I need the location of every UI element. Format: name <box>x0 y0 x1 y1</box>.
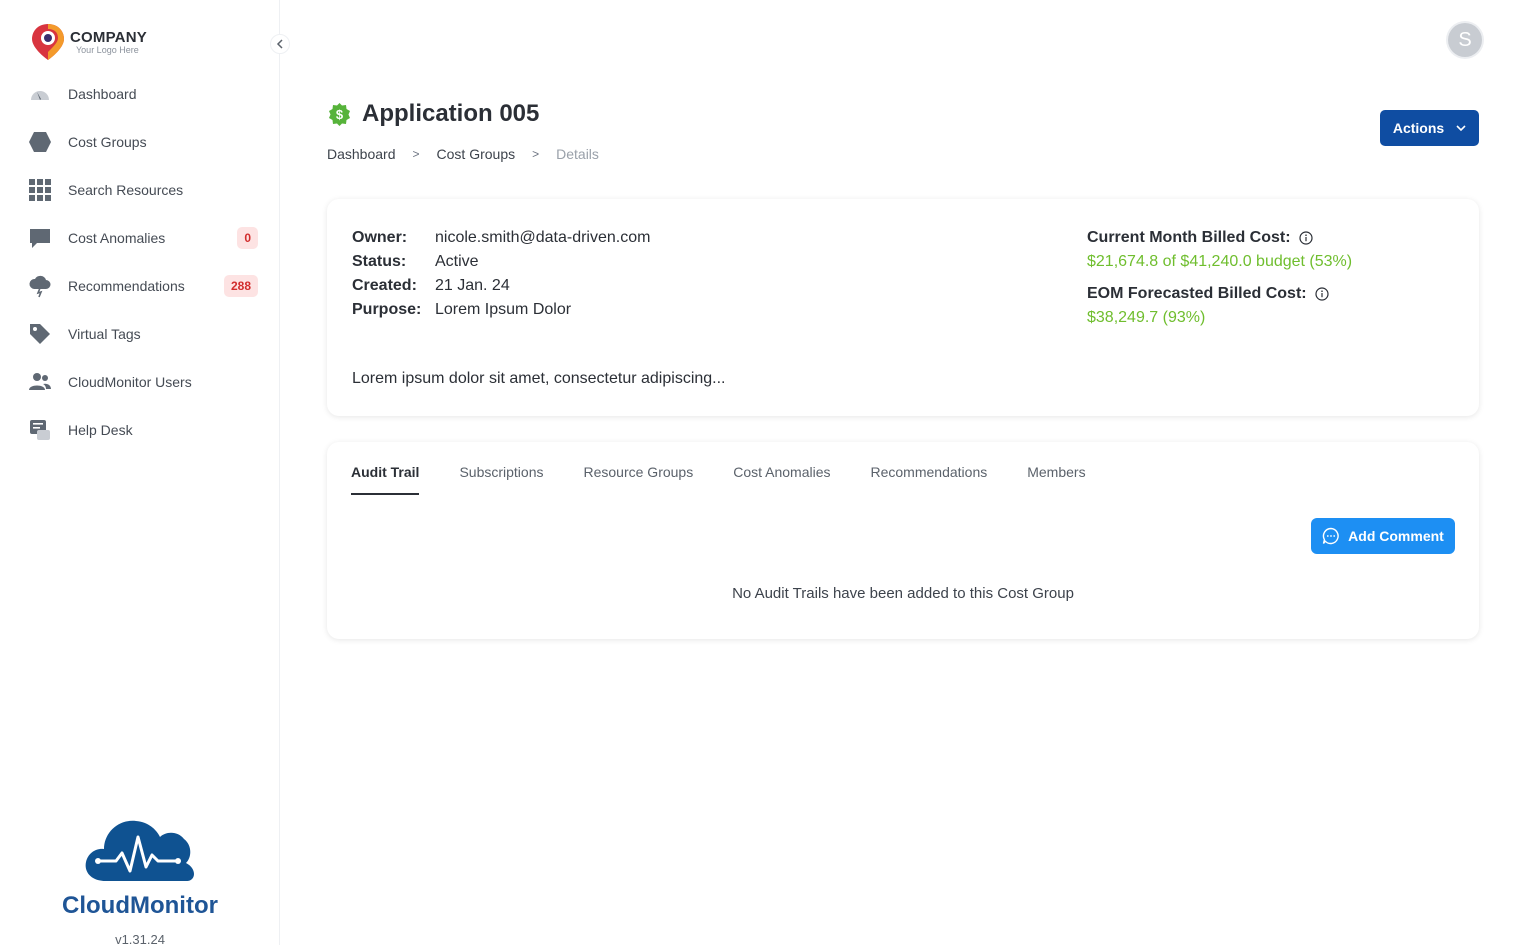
owner-value: nicole.smith@data-driven.com <box>435 229 651 246</box>
sidebar-item-label: Cost Anomalies <box>68 230 166 246</box>
details-list: Owner: nicole.smith@data-driven.com Stat… <box>352 226 650 322</box>
location-pin-logo-icon <box>32 24 64 60</box>
svg-text:$: $ <box>336 107 344 122</box>
sidebar-item-search-resources[interactable]: Search Resources <box>28 166 258 214</box>
current-month-cost-label: Current Month Billed Cost: <box>1087 226 1352 250</box>
sidebar-item-label: CloudMonitor Users <box>68 374 192 390</box>
recommendations-count-badge: 288 <box>223 275 258 297</box>
sidebar-item-cost-groups[interactable]: Cost Groups <box>28 118 258 166</box>
created-value: 21 Jan. 24 <box>435 277 510 294</box>
created-row: Created: 21 Jan. 24 <box>352 274 650 298</box>
page-title: Application 005 <box>362 100 540 127</box>
collapse-sidebar-button[interactable] <box>270 34 290 54</box>
sidebar-item-cloudmonitor-users[interactable]: CloudMonitor Users <box>28 358 258 406</box>
current-month-cost-value: $21,674.8 of $41,240.0 budget (53%) <box>1087 253 1353 270</box>
cost-group-details-card: Owner: nicole.smith@data-driven.com Stat… <box>327 199 1479 416</box>
sidebar-item-label: Help Desk <box>68 422 133 438</box>
comment-icon <box>1322 527 1339 545</box>
owner-label: Owner: <box>352 229 408 246</box>
sidebar-item-label: Search Resources <box>68 182 184 198</box>
tab-subscriptions[interactable]: Subscriptions <box>459 464 543 492</box>
add-comment-label: Add Comment <box>1348 528 1444 544</box>
app-version: v1.31.24 <box>115 932 165 945</box>
sidebar-item-label: Recommendations <box>68 278 185 294</box>
sidebar-item-recommendations[interactable]: Recommendations 288 <box>28 262 258 310</box>
tab-resource-groups[interactable]: Resource Groups <box>584 464 694 492</box>
sidebar-nav: Dashboard Cost Groups Search Resources C… <box>28 70 258 454</box>
info-icon[interactable] <box>1298 231 1313 245</box>
chevron-left-icon <box>276 39 283 49</box>
eom-forecast-cost-label: EOM Forecasted Billed Cost: <box>1087 282 1352 306</box>
tab-cost-anomalies[interactable]: Cost Anomalies <box>733 464 830 492</box>
tab-recommendations[interactable]: Recommendations <box>871 464 988 492</box>
purpose-value: Lorem Ipsum Dolor <box>435 301 572 318</box>
tab-members[interactable]: Members <box>1027 464 1085 492</box>
tabs-card: Audit Trail Subscriptions Resource Group… <box>327 442 1479 639</box>
grid-icon <box>28 178 52 202</box>
sidebar-item-help-desk[interactable]: Help Desk <box>28 406 258 454</box>
info-icon[interactable] <box>1314 287 1329 301</box>
purpose-label: Purpose: <box>352 301 422 318</box>
owner-row: Owner: nicole.smith@data-driven.com <box>352 226 650 250</box>
eom-forecast-cost-label-text: EOM Forecasted Billed Cost: <box>1087 285 1307 302</box>
logo-tagline: Your Logo Here <box>76 45 139 55</box>
status-value: Active <box>435 253 479 270</box>
brand-name: CloudMonitor <box>62 892 218 919</box>
breadcrumb-cost-groups[interactable]: Cost Groups <box>437 146 516 162</box>
sidebar-item-label: Cost Groups <box>68 134 147 150</box>
dollar-badge-icon: $ <box>329 102 350 126</box>
actions-dropdown-button[interactable]: Actions <box>1380 110 1479 146</box>
tab-bar: Audit Trail Subscriptions Resource Group… <box>351 464 1126 495</box>
logo-name: COMPANY <box>70 29 147 46</box>
eom-forecast-cost-value: $38,249.7 (93%) <box>1087 309 1206 326</box>
cost-summary: Current Month Billed Cost: $21,674.8 of … <box>1087 226 1352 338</box>
status-label: Status: <box>352 253 407 270</box>
sidebar-item-virtual-tags[interactable]: Virtual Tags <box>28 310 258 358</box>
empty-state-message: No Audit Trails have been added to this … <box>732 585 1074 602</box>
tag-icon <box>28 322 52 346</box>
sidebar-item-label: Virtual Tags <box>68 326 141 342</box>
purpose-row: Purpose: Lorem Ipsum Dolor <box>352 298 650 322</box>
user-avatar[interactable]: S <box>1448 23 1482 57</box>
chevron-down-icon <box>1456 124 1466 131</box>
users-icon <box>28 370 52 394</box>
created-label: Created: <box>352 277 417 294</box>
sidebar-item-dashboard[interactable]: Dashboard <box>28 70 258 118</box>
breadcrumb-separator: > <box>532 147 540 161</box>
hexagon-icon <box>28 130 52 154</box>
description-text: Lorem ipsum dolor sit amet, consectetur … <box>352 370 726 387</box>
cloud-bolt-icon <box>28 274 52 298</box>
tab-audit-trail[interactable]: Audit Trail <box>351 464 420 495</box>
chat-bubble-icon <box>28 226 52 250</box>
gauge-icon <box>28 82 52 106</box>
current-month-cost-label-text: Current Month Billed Cost: <box>1087 229 1291 246</box>
sidebar-item-label: Dashboard <box>68 86 137 102</box>
help-desk-icon <box>28 418 52 442</box>
anomalies-count-badge: 0 <box>237 227 258 249</box>
status-row: Status: Active <box>352 250 650 274</box>
cloud-heartbeat-icon <box>85 820 194 881</box>
add-comment-button[interactable]: Add Comment <box>1311 518 1455 554</box>
actions-label: Actions <box>1392 120 1445 136</box>
cloudmonitor-brand: CloudMonitor v1.31.24 <box>0 815 280 945</box>
breadcrumb-separator: > <box>412 147 420 161</box>
sidebar: COMPANY Your Logo Here Dashboard Cost Gr… <box>0 0 280 945</box>
breadcrumb-current: Details <box>556 146 599 162</box>
sidebar-item-cost-anomalies[interactable]: Cost Anomalies 0 <box>28 214 258 262</box>
breadcrumb-dashboard[interactable]: Dashboard <box>327 146 396 162</box>
breadcrumb: Dashboard > Cost Groups > Details <box>327 146 599 162</box>
company-logo[interactable]: COMPANY Your Logo Here <box>30 22 147 62</box>
page-header: $ Application 005 <box>327 100 539 128</box>
